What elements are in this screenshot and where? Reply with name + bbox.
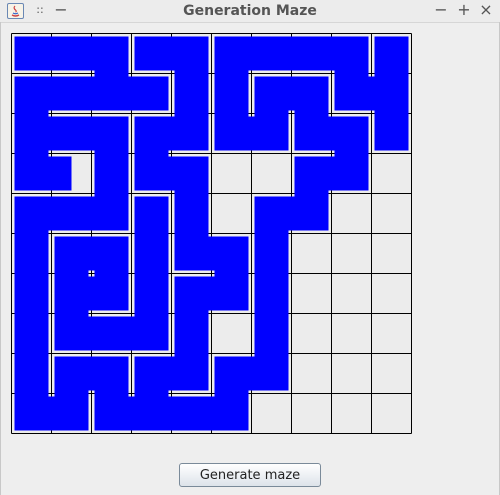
generate-maze-button[interactable]: Generate maze [179,463,321,487]
minimize-button[interactable]: − [432,0,450,20]
window-title: Generation Maze [183,3,317,19]
maze-canvas [11,33,412,434]
close-button[interactable]: × [477,0,495,20]
maximize-button[interactable]: + [455,0,473,20]
generate-maze-label: Generate maze [199,468,301,483]
title-bar[interactable]: :: − Generation Maze − + × [0,0,500,23]
window-left-edge [0,22,1,495]
maze-grid [11,33,412,434]
